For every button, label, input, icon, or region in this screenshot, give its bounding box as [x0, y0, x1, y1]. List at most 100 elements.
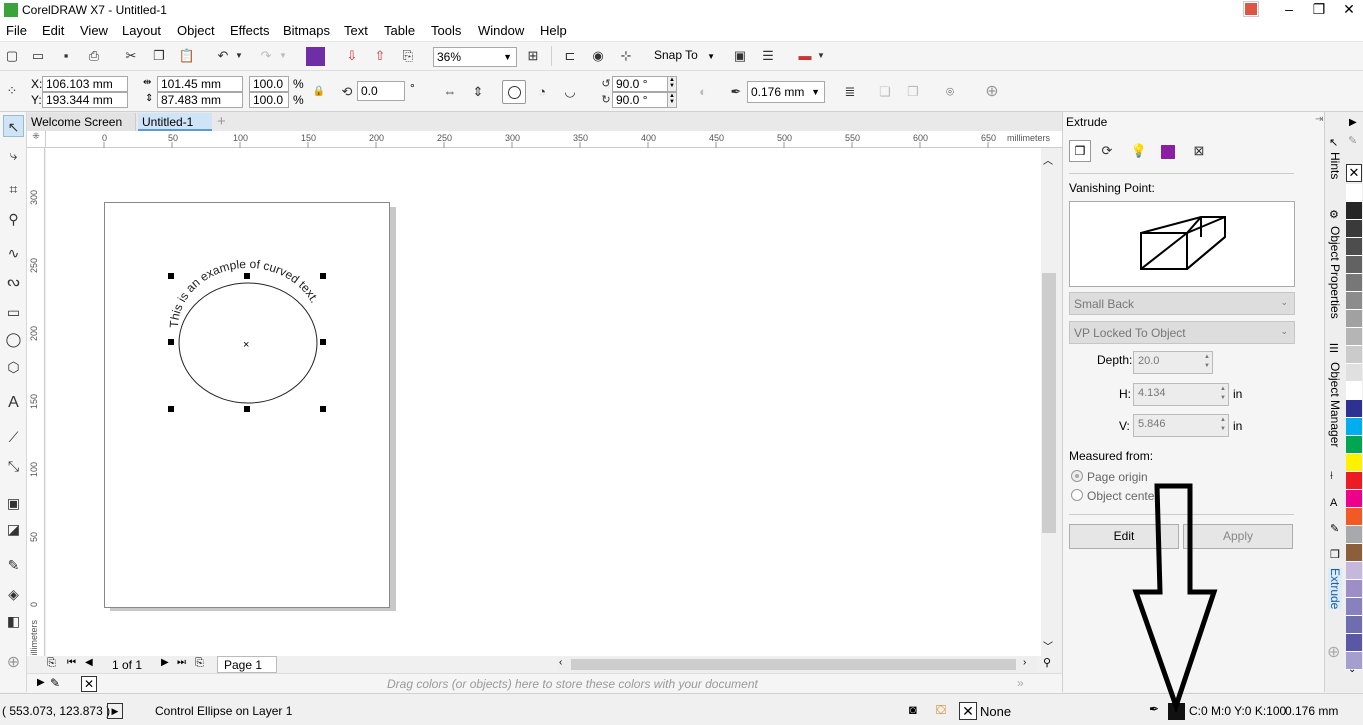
object-manager-tab-icon[interactable]: ☰	[1329, 342, 1339, 355]
eyedropper-icon[interactable]: ✎	[3, 554, 24, 576]
start-angle-spinner[interactable]: ▲ ▼	[667, 76, 677, 92]
eraser-tab-icon[interactable]: ✎	[1330, 522, 1339, 535]
paste-icon[interactable]: 📋	[177, 46, 197, 66]
palette-swatch[interactable]	[1346, 508, 1362, 526]
add-tool-icon[interactable]: ⊕	[3, 652, 24, 674]
add-toolbar-icon[interactable]: ⊕	[982, 82, 1002, 102]
dimension-tab-icon[interactable]: ⟊	[1330, 470, 1333, 483]
tab-extrude[interactable]: Extrude	[1328, 568, 1342, 610]
camera-tab-button[interactable]: ❒	[1069, 140, 1091, 162]
tab-hints[interactable]: Hints	[1328, 152, 1342, 179]
show-rulers-icon[interactable]: ◉	[588, 46, 608, 66]
show-grid-icon[interactable]: ⊹	[616, 46, 636, 66]
first-page-icon[interactable]: ⏮	[67, 657, 76, 668]
full-screen-preview-icon[interactable]: ⊏	[560, 46, 580, 66]
interactive-fill-icon[interactable]: ◈	[3, 583, 24, 605]
v-spinner[interactable]: 5.846 ▲ ▼	[1133, 414, 1229, 437]
horizontal-scrollbar[interactable]: ‹ ›	[557, 657, 1037, 672]
polygon-tool-icon[interactable]: ⬡	[3, 356, 24, 378]
connector-tool-icon[interactable]: ⤡	[3, 455, 24, 477]
palette-swatch[interactable]	[1346, 490, 1362, 508]
palette-swatch[interactable]	[1346, 544, 1362, 562]
tab-object-manager[interactable]: Object Manager	[1328, 362, 1342, 447]
h-scroll-thumb[interactable]	[571, 659, 1016, 670]
palette-swatch[interactable]	[1346, 292, 1362, 310]
page-1-tab[interactable]: Page 1	[217, 656, 277, 673]
tab-object-properties[interactable]: Object Properties	[1328, 226, 1342, 319]
add-docker-icon[interactable]: ⊕	[1327, 642, 1340, 662]
palette-swatch[interactable]	[1346, 184, 1362, 202]
tab-untitled-1[interactable]: Untitled-1	[138, 113, 212, 131]
rotation-tab-icon[interactable]: ⟳	[1097, 141, 1117, 161]
crop-tool-icon[interactable]: ⌗	[3, 178, 24, 200]
new-tab-icon[interactable]: +	[217, 113, 226, 130]
width-field[interactable]: 101.45 mm	[157, 76, 243, 92]
redo-icon[interactable]: ↷	[256, 46, 276, 66]
to-back-icon[interactable]: ❐	[903, 82, 923, 102]
redo-dropdown-icon[interactable]: ▼	[277, 46, 289, 66]
palette-scroll-icon[interactable]: »	[1017, 676, 1024, 690]
palette-swatch[interactable]	[1346, 616, 1362, 634]
palette-swatch[interactable]	[1346, 634, 1362, 652]
menu-bitmaps[interactable]: Bitmaps	[283, 23, 330, 38]
vertical-ruler[interactable]: 300 250 200 150 100 50 0 millimeters	[27, 148, 45, 663]
menu-edit[interactable]: Edit	[42, 23, 64, 38]
snap-to-dropdown[interactable]: Snap To ▼	[654, 48, 715, 62]
fill-none-swatch[interactable]: ✕	[959, 702, 977, 720]
shape-tool-icon[interactable]: ⤷	[3, 144, 24, 166]
menu-file[interactable]: File	[6, 23, 27, 38]
bevel-tab-icon[interactable]: ⊠	[1189, 141, 1209, 161]
extrusion-type-dropdown[interactable]: Small Back ⌄	[1069, 292, 1295, 315]
ellipse-object[interactable]: This is an example of curved text. ×	[46, 148, 1041, 656]
scale-width-field[interactable]: 100.0	[249, 76, 289, 92]
add-page-before-icon[interactable]: ⎘	[47, 657, 56, 670]
scale-height-field[interactable]: 100.0	[249, 92, 289, 108]
zoom-navigator-icon[interactable]: ⚲	[1043, 656, 1051, 669]
text-tab-icon[interactable]: A	[1330, 497, 1337, 509]
no-color-swatch[interactable]: ✕	[81, 676, 97, 692]
rectangle-tool-icon[interactable]: ▭	[3, 301, 24, 323]
palette-swatch[interactable]	[1346, 310, 1362, 328]
artistic-media-icon[interactable]: ᔓ	[3, 270, 24, 292]
hints-tab-icon[interactable]: ↖	[1329, 136, 1338, 149]
palette-scroll-down-icon[interactable]: ⌄	[1348, 664, 1356, 675]
eyedropper-icon[interactable]: ✎	[50, 676, 60, 690]
scroll-right-icon[interactable]: ›	[1023, 657, 1026, 668]
palette-swatch[interactable]	[1346, 328, 1362, 346]
welcome-screen-icon[interactable]: ▣	[730, 46, 750, 66]
publish-pdf-icon[interactable]: ⎘	[398, 46, 418, 66]
no-fill-swatch[interactable]: ✕	[1346, 164, 1362, 182]
drop-shadow-icon[interactable]: ▣	[3, 492, 24, 514]
palette-swatch[interactable]	[1346, 364, 1362, 382]
change-direction-icon[interactable]: ◐	[693, 82, 713, 102]
start-angle-field[interactable]: 90.0 °	[612, 76, 668, 92]
menu-object[interactable]: Object	[177, 23, 215, 38]
open-icon[interactable]: ▭	[28, 46, 48, 66]
horizontal-ruler[interactable]: 0 50 100 150 200 250 300 350 400 450 500…	[46, 131, 1062, 148]
menu-view[interactable]: View	[80, 23, 108, 38]
vertical-scrollbar[interactable]: ︿ ﹀	[1041, 148, 1057, 656]
menu-tools[interactable]: Tools	[431, 23, 461, 38]
palette-swatch[interactable]	[1346, 418, 1362, 436]
zoom-tool-icon[interactable]: ⚲	[3, 208, 24, 230]
mirror-vertical-icon[interactable]: ⇕	[468, 82, 488, 102]
palette-swatch[interactable]	[1346, 382, 1362, 400]
document-palette[interactable]: ▶ ✎ ✕ Drag colors (or objects) here to s…	[27, 673, 1062, 693]
status-menu-button[interactable]: ▶	[107, 703, 123, 719]
lock-ratio-icon[interactable]: 🔒	[309, 82, 329, 102]
palette-eyedropper-icon[interactable]: ✎	[1348, 134, 1357, 147]
height-field[interactable]: 87.483 mm	[157, 92, 243, 108]
convert-to-curves-icon[interactable]: ⌾	[940, 82, 960, 102]
close-icon[interactable]: ✕	[1332, 0, 1363, 20]
palette-swatch[interactable]	[1346, 436, 1362, 454]
docker-expand-icon[interactable]: ⇥	[1315, 114, 1323, 125]
object-center-radio[interactable]	[1071, 489, 1083, 501]
parallel-dimension-icon[interactable]: ⟋	[3, 426, 24, 448]
color-proofing-icon[interactable]: ◙	[909, 702, 917, 717]
arc-icon[interactable]: ◡	[560, 82, 580, 102]
corel-connect-icon[interactable]	[306, 47, 325, 66]
launcher-dropdown-icon[interactable]: ▼	[815, 46, 827, 66]
palette-swatch[interactable]	[1346, 454, 1362, 472]
scroll-down-icon[interactable]: ﹀	[1043, 638, 1053, 653]
palette-swatch[interactable]	[1346, 256, 1362, 274]
